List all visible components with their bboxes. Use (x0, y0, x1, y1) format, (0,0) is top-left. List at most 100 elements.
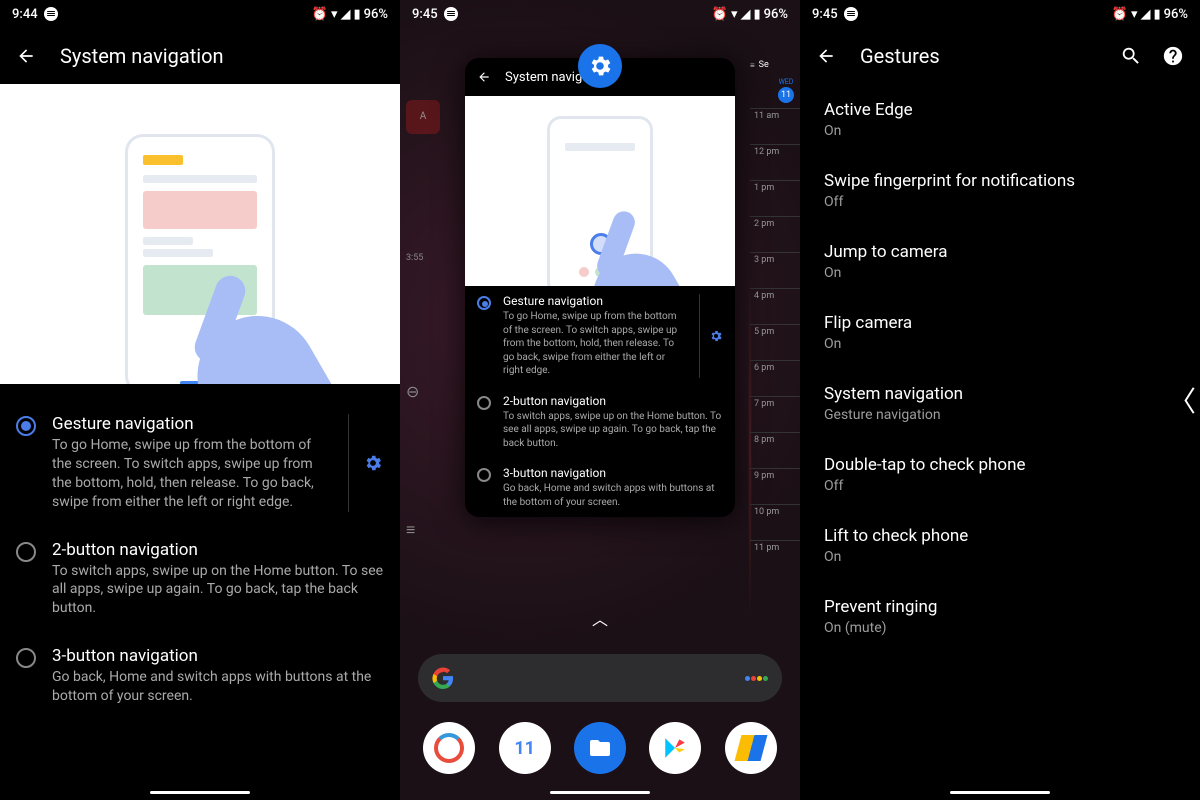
gesture-item-title: Active Edge (824, 100, 1176, 120)
gesture-item-value: On (824, 549, 1176, 565)
radio-button[interactable] (477, 396, 491, 410)
spotify-icon (44, 7, 58, 21)
wifi-icon: ▾ (331, 7, 338, 22)
gesture-item[interactable]: Jump to camera On (800, 226, 1200, 297)
calendar-hour: 8 pm (750, 432, 800, 468)
back-arrow-icon[interactable] (477, 70, 491, 84)
alarm-icon: ⏰ (1112, 7, 1128, 22)
gesture-item[interactable]: Prevent ringing On (mute) (800, 581, 1200, 652)
gesture-item-value: Off (824, 478, 1176, 494)
back-arrow-icon[interactable] (16, 46, 36, 66)
gesture-item-value: Gesture navigation (824, 407, 1176, 423)
home-indicator[interactable] (950, 791, 1050, 794)
status-time: 9:45 (812, 7, 838, 22)
nav-option[interactable]: Gesture navigation To go Home, swipe up … (465, 286, 735, 386)
gesture-item[interactable]: System navigation Gesture navigation (800, 368, 1200, 439)
status-time: 9:45 (412, 7, 438, 22)
option-settings-button[interactable] (348, 414, 384, 512)
assistant-icon[interactable] (745, 676, 768, 681)
app-icon-play-store[interactable] (649, 722, 701, 774)
home-indicator[interactable] (550, 791, 650, 794)
calendar-hour: 4 pm (750, 288, 800, 324)
gesture-item[interactable]: Active Edge On (800, 84, 1200, 155)
recents-prev-app-strip[interactable]: A 3:55 ⊖ ≡ (400, 90, 460, 550)
option-body: 2-button navigation To switch apps, swip… (52, 540, 384, 619)
calendar-day-number: 11 (778, 87, 794, 103)
chevron-up-icon[interactable]: ︿ (592, 606, 608, 630)
calendar-hour: 7 pm (750, 396, 800, 432)
nav-option[interactable]: 3-button navigation Go back, Home and sw… (465, 458, 735, 517)
gesture-item-title: Prevent ringing (824, 597, 1176, 617)
option-body: 2-button navigation To switch apps, swip… (503, 394, 723, 451)
option-title: Gesture navigation (52, 414, 324, 434)
gesture-item-title: System navigation (824, 384, 1176, 404)
option-title: 2-button navigation (503, 394, 723, 408)
calendar-peek-header[interactable]: ≡ Se (750, 60, 800, 70)
option-title: 2-button navigation (52, 540, 384, 560)
list-icon: ≡ (406, 520, 454, 540)
app-icon-files[interactable] (574, 722, 626, 774)
battery-percent: 96% (764, 7, 788, 22)
spotify-icon (444, 7, 458, 21)
search-bar[interactable] (418, 654, 782, 702)
nav-option[interactable]: 2-button navigation To switch apps, swip… (0, 526, 400, 633)
alarm-icon: ⏰ (312, 7, 328, 22)
nav-option[interactable]: Gesture navigation To go Home, swipe up … (0, 400, 400, 526)
gear-icon (363, 453, 383, 473)
option-title: 3-button navigation (503, 466, 723, 480)
search-icon[interactable] (1120, 45, 1142, 67)
option-body: Gesture navigation To go Home, swipe up … (503, 294, 679, 378)
battery-icon: ▮ (353, 7, 360, 22)
gesture-item-title: Jump to camera (824, 242, 1176, 262)
google-g-icon (432, 667, 454, 689)
option-settings-button[interactable] (699, 294, 723, 378)
battery-icon: ▮ (753, 7, 760, 22)
nav-option[interactable]: 3-button navigation Go back, Home and sw… (0, 632, 400, 720)
signal-icon: ◢ (340, 7, 350, 22)
option-body: 3-button navigation Go back, Home and sw… (503, 466, 723, 509)
gesture-item-title: Double-tap to check phone (824, 455, 1176, 475)
signal-icon: ◢ (740, 7, 750, 22)
navigation-options: Gesture navigation To go Home, swipe up … (0, 384, 400, 800)
radio-button[interactable] (477, 296, 491, 310)
gesture-item[interactable]: Double-tap to check phone Off (800, 439, 1200, 510)
home-indicator[interactable] (150, 791, 250, 794)
option-title: Gesture navigation (503, 294, 679, 308)
help-icon[interactable] (1162, 45, 1184, 67)
prev-app-thumb: A (406, 100, 440, 134)
card-illustration (465, 96, 735, 286)
gesture-item[interactable]: Swipe fingerprint for notifications Off (800, 155, 1200, 226)
radio-button[interactable] (16, 542, 36, 562)
radio-button[interactable] (477, 468, 491, 482)
status-time: 9:44 (12, 7, 38, 22)
gesture-item[interactable]: Flip camera On (800, 297, 1200, 368)
back-arrow-icon[interactable] (816, 46, 836, 66)
settings-app-badge[interactable] (578, 44, 622, 88)
option-title: 3-button navigation (52, 646, 384, 666)
favorites-row: 11 (400, 722, 800, 774)
gesture-item[interactable]: Lift to check phone On (800, 510, 1200, 581)
option-desc: To go Home, swipe up from the bottom of … (503, 310, 679, 378)
app-icon-calendar[interactable]: 11 (499, 722, 551, 774)
radio-button[interactable] (16, 416, 36, 436)
option-desc: Go back, Home and switch apps with butto… (503, 482, 723, 509)
recents-card-settings[interactable]: System navigation Gesture navigation To … (465, 58, 735, 517)
calendar-hour: 11 am (750, 108, 800, 144)
gestures-list: Active Edge OnSwipe fingerprint for noti… (800, 84, 1200, 800)
calendar-hour: 12 pm (750, 144, 800, 180)
battery-percent: 96% (364, 7, 388, 22)
app-icon-adsense[interactable] (725, 722, 777, 774)
calendar-search-hint: Se (759, 60, 769, 70)
calendar-hour: 5 pm (750, 324, 800, 360)
hamburger-icon: ≡ (750, 61, 755, 70)
calendar-hour: 2 pm (750, 216, 800, 252)
wifi-icon: ▾ (1131, 7, 1138, 22)
nav-option[interactable]: 2-button navigation To switch apps, swip… (465, 386, 735, 459)
radio-button[interactable] (16, 648, 36, 668)
remove-icon: ⊖ (406, 382, 454, 401)
app-icon-ccleaner[interactable] (423, 722, 475, 774)
side-back-caret[interactable]: 〈 (1168, 380, 1196, 420)
calendar-hours[interactable]: 11 am12 pm1 pm2 pm3 pm4 pm5 pm6 pm7 pm8 … (750, 108, 800, 576)
gesture-item-value: On (824, 123, 1176, 139)
signal-icon: ◢ (1140, 7, 1150, 22)
